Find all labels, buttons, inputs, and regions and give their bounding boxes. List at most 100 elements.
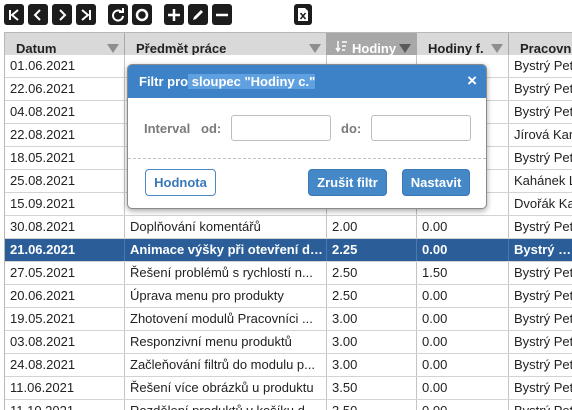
- edit-button[interactable]: [188, 4, 208, 25]
- table-cell-billed: 0.00: [417, 331, 509, 353]
- sort-ascending-icon: [335, 40, 348, 56]
- add-button[interactable]: [164, 4, 184, 25]
- table-cell-date: 04.08.2021: [5, 101, 125, 123]
- remove-icon: [216, 13, 228, 16]
- table-cell-worker: Bystrý Pet: [509, 78, 572, 100]
- refresh-button[interactable]: [108, 4, 128, 25]
- filter-icon[interactable]: [107, 44, 119, 53]
- apply-filter-button[interactable]: Nastavit: [402, 169, 470, 196]
- dialog-body: Interval od: do:: [128, 98, 486, 159]
- dialog-title: Filtr pro sloupec "Hodiny c.": [139, 74, 316, 89]
- table-cell-worker: Bystrý Pet: [509, 216, 572, 238]
- table-row[interactable]: 21.06.2021 Animace výšky při otevření do.…: [5, 239, 572, 262]
- dialog-title-highlight: sloupec "Hodiny c.": [188, 74, 316, 89]
- table-cell-date: 30.08.2021: [5, 216, 125, 238]
- add-icon: [168, 8, 180, 21]
- column-header-label: Pracovní: [520, 40, 572, 56]
- table-cell-date: 19.05.2021: [5, 308, 125, 330]
- clear-filter-button[interactable]: Zrušit filtr: [308, 169, 387, 196]
- filter-icon[interactable]: [399, 44, 411, 53]
- table-cell-worker: Jírová Kar: [509, 124, 572, 146]
- table-cell-date: 18.05.2021: [5, 147, 125, 169]
- column-header-label: Předmět práce: [136, 40, 227, 56]
- table-cell-task: Řešení více obrázků u produktu: [125, 377, 327, 399]
- table-cell-hours: 2.25: [327, 239, 417, 261]
- table-cell-date: 21.06.2021: [5, 239, 125, 261]
- table-cell-date: 15.09.2021: [5, 193, 125, 215]
- next-record-button[interactable]: [52, 4, 72, 25]
- table-cell-worker: Bystrý Pet: [509, 377, 572, 399]
- table-cell-task: Doplňování komentářů: [125, 216, 327, 238]
- table-cell-billed: 0.00: [417, 354, 509, 376]
- filter-icon[interactable]: [309, 44, 321, 53]
- table-row[interactable]: 27.05.2021 Řešení problémů s rychlostí n.…: [5, 262, 572, 285]
- table-cell-task: Animace výšky při otevření do...: [125, 239, 327, 261]
- from-input[interactable]: [231, 115, 331, 141]
- value-button[interactable]: Hodnota: [145, 169, 216, 196]
- table-cell-hours: 3.00: [327, 354, 417, 376]
- table-cell-date: 22.08.2021: [5, 124, 125, 146]
- column-header-label: Hodiny: [352, 40, 397, 56]
- last-icon: [81, 8, 91, 21]
- column-header-label: Datum: [16, 40, 57, 56]
- table-cell-date: 27.05.2021: [5, 262, 125, 284]
- table-cell-billed: 0.00: [417, 216, 509, 238]
- table-cell-task: Úprava menu pro produkty: [125, 285, 327, 307]
- table-cell-task: Začleňování filtrů do modulu p...: [125, 354, 327, 376]
- table-cell-date: 22.06.2021: [5, 78, 125, 100]
- table-cell-task: Řešení problémů s rychlostí n...: [125, 262, 327, 284]
- close-icon[interactable]: ×: [467, 71, 477, 91]
- table-row[interactable]: 24.08.2021 Začleňování filtrů do modulu p…: [5, 354, 572, 377]
- table-cell-hours: 2.00: [327, 216, 417, 238]
- table-cell-worker: Bystrý Pet: [509, 354, 572, 376]
- prev-icon: [33, 8, 41, 21]
- table-cell-date: 11.06.2021: [5, 377, 125, 399]
- table-cell-date: 01.06.2021: [5, 55, 125, 77]
- dialog-title-prefix: Filtr pro: [139, 74, 189, 89]
- toolbar: [0, 0, 572, 30]
- last-record-button[interactable]: [76, 4, 96, 25]
- table-cell-date: 03.08.2021: [5, 331, 125, 353]
- table-cell-worker: Bystrý Pet: [509, 262, 572, 284]
- table-cell-task: Zhotovení modulů Pracovníci ...: [125, 308, 327, 330]
- table-cell-hours: 3.50: [327, 377, 417, 399]
- table-cell-worker: Bystrý Pet: [509, 285, 572, 307]
- table-row[interactable]: 11.06.2021 Řešení více obrázků u produktu…: [5, 377, 572, 400]
- next-icon: [59, 8, 67, 21]
- table-cell-billed: 0.00: [417, 308, 509, 330]
- from-label: od:: [201, 121, 222, 136]
- export-icon: [298, 8, 308, 21]
- view-icon: [135, 8, 149, 21]
- table-row[interactable]: 03.08.2021 Responzivní menu produktů 3.00 0…: [5, 331, 572, 354]
- table-cell-billed: 0.00: [417, 285, 509, 307]
- table-row[interactable]: 30.08.2021 Doplňování komentářů 2.00 0.00 By…: [5, 216, 572, 239]
- filter-icon[interactable]: [491, 44, 503, 53]
- table-cell-worker: Bystrý Pet: [509, 308, 572, 330]
- dialog-header: Filtr pro sloupec "Hodiny c." ×: [128, 65, 486, 98]
- view-button[interactable]: [132, 4, 152, 25]
- table-cell-billed: 0.00: [417, 239, 509, 261]
- remove-button[interactable]: [212, 4, 232, 25]
- filter-dialog: Filtr pro sloupec "Hodiny c." × Interval…: [127, 64, 487, 209]
- previous-record-button[interactable]: [28, 4, 48, 25]
- table-cell-billed: 1.50: [417, 262, 509, 284]
- table-cell-hours: 2.50: [327, 285, 417, 307]
- table-cell-billed: 0.00: [417, 377, 509, 399]
- table-cell-hours: 3.00: [327, 308, 417, 330]
- to-label: do:: [341, 121, 362, 136]
- table-row[interactable]: 19.05.2021 Zhotovení modulů Pracovníci ..…: [5, 308, 572, 331]
- table-row[interactable]: 20.06.2021 Úprava menu pro produkty 2.50 0.…: [5, 285, 572, 308]
- export-button[interactable]: [294, 4, 312, 25]
- table-cell-hours: 3.00: [327, 331, 417, 353]
- table-cell-date: 20.06.2021: [5, 285, 125, 307]
- to-input[interactable]: [371, 115, 471, 141]
- table-cell-worker: Bystrý Pet: [509, 331, 572, 353]
- edit-icon: [193, 9, 203, 20]
- first-record-button[interactable]: [4, 4, 24, 25]
- table-cell-worker: Bystrý Pet: [509, 55, 572, 77]
- table-cell-date: 25.08.2021: [5, 170, 125, 192]
- table-cell-worker: Bystrý Pet: [509, 239, 572, 261]
- column-header-label: Hodiny f.: [428, 40, 484, 56]
- table-cell-worker: Bystrý Pet: [509, 147, 572, 169]
- table-cell-worker: Kahánek L: [509, 170, 572, 192]
